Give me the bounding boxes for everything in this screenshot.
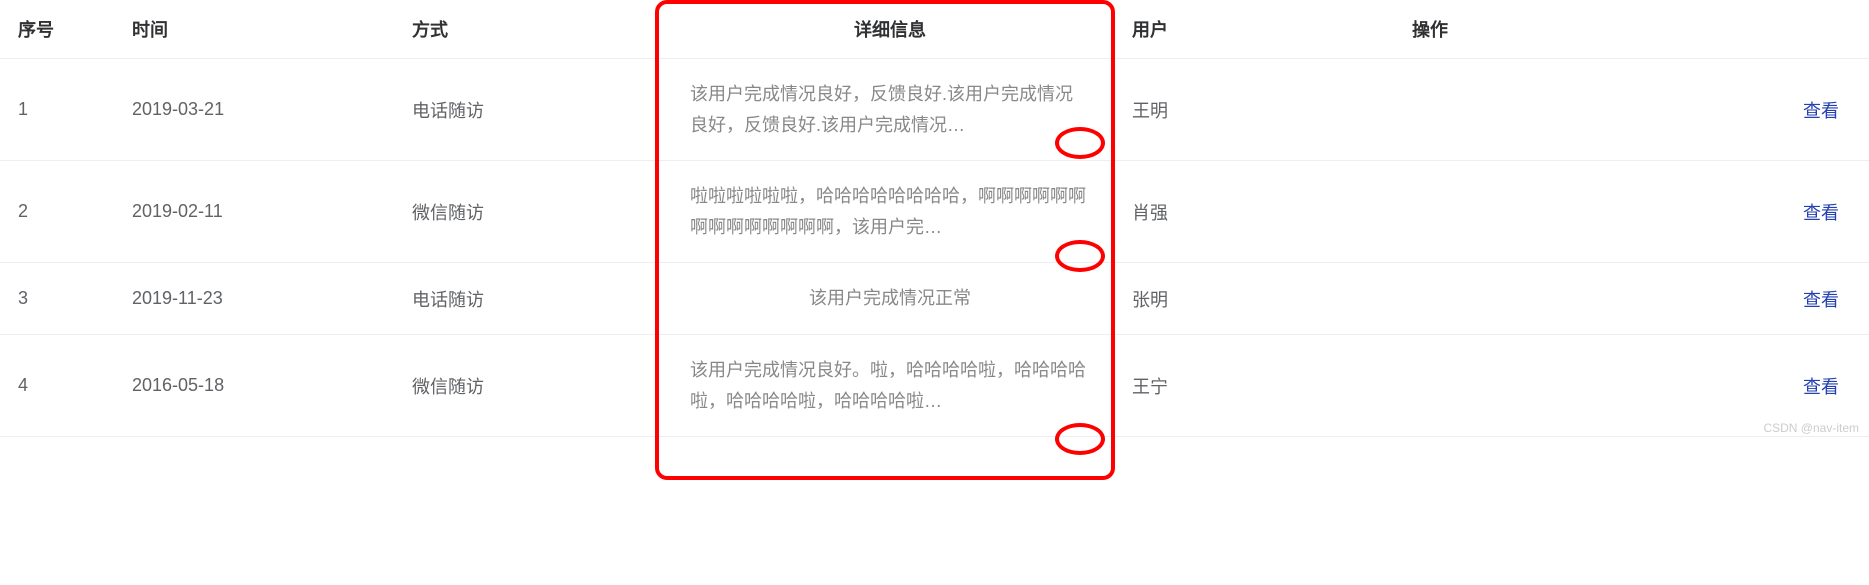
- cell-user: 肖强: [1120, 161, 1400, 263]
- view-link[interactable]: 查看: [1803, 101, 1839, 121]
- cell-action: 查看: [1400, 59, 1869, 161]
- cell-time: 2016-05-18: [120, 334, 400, 436]
- cell-index: 2: [0, 161, 120, 263]
- table-header-row: 序号 时间 方式 详细信息 用户 操作: [0, 0, 1869, 59]
- table-row: 12019-03-21电话随访该用户完成情况良好，反馈良好.该用户完成情况良好，…: [0, 59, 1869, 161]
- table-row: 42016-05-18微信随访该用户完成情况良好。啦，哈哈哈哈啦，哈哈哈哈啦，哈…: [0, 334, 1869, 436]
- cell-detail: 该用户完成情况良好，反馈良好.该用户完成情况良好，反馈良好.该用户完成情况…: [660, 59, 1120, 161]
- header-time: 时间: [120, 0, 400, 59]
- cell-time: 2019-02-11: [120, 161, 400, 263]
- cell-action: 查看: [1400, 263, 1869, 335]
- view-link[interactable]: 查看: [1803, 203, 1839, 223]
- cell-index: 4: [0, 334, 120, 436]
- header-user: 用户: [1120, 0, 1400, 59]
- cell-action: 查看: [1400, 161, 1869, 263]
- cell-user: 王明: [1120, 59, 1400, 161]
- cell-detail: 该用户完成情况正常: [660, 263, 1120, 335]
- cell-method: 微信随访: [400, 334, 660, 436]
- header-index: 序号: [0, 0, 120, 59]
- cell-user: 王宁: [1120, 334, 1400, 436]
- cell-user: 张明: [1120, 263, 1400, 335]
- cell-index: 1: [0, 59, 120, 161]
- cell-time: 2019-03-21: [120, 59, 400, 161]
- cell-detail: 啦啦啦啦啦啦，哈哈哈哈哈哈哈哈，啊啊啊啊啊啊啊啊啊啊啊啊啊啊，该用户完…: [660, 161, 1120, 263]
- view-link[interactable]: 查看: [1803, 377, 1839, 397]
- cell-method: 电话随访: [400, 59, 660, 161]
- cell-time: 2019-11-23: [120, 263, 400, 335]
- header-action: 操作: [1400, 0, 1869, 59]
- watermark: CSDN @nav-item: [1763, 421, 1859, 435]
- data-table: 序号 时间 方式 详细信息 用户 操作 12019-03-21电话随访该用户完成…: [0, 0, 1869, 437]
- cell-method: 微信随访: [400, 161, 660, 263]
- cell-index: 3: [0, 263, 120, 335]
- header-detail: 详细信息: [660, 0, 1120, 59]
- header-method: 方式: [400, 0, 660, 59]
- view-link[interactable]: 查看: [1803, 290, 1839, 310]
- table-row: 32019-11-23电话随访该用户完成情况正常张明 查看: [0, 263, 1869, 335]
- cell-detail: 该用户完成情况良好。啦，哈哈哈哈啦，哈哈哈哈啦，哈哈哈哈啦，哈哈哈哈啦…: [660, 334, 1120, 436]
- cell-method: 电话随访: [400, 263, 660, 335]
- table-row: 22019-02-11微信随访啦啦啦啦啦啦，哈哈哈哈哈哈哈哈，啊啊啊啊啊啊啊啊啊…: [0, 161, 1869, 263]
